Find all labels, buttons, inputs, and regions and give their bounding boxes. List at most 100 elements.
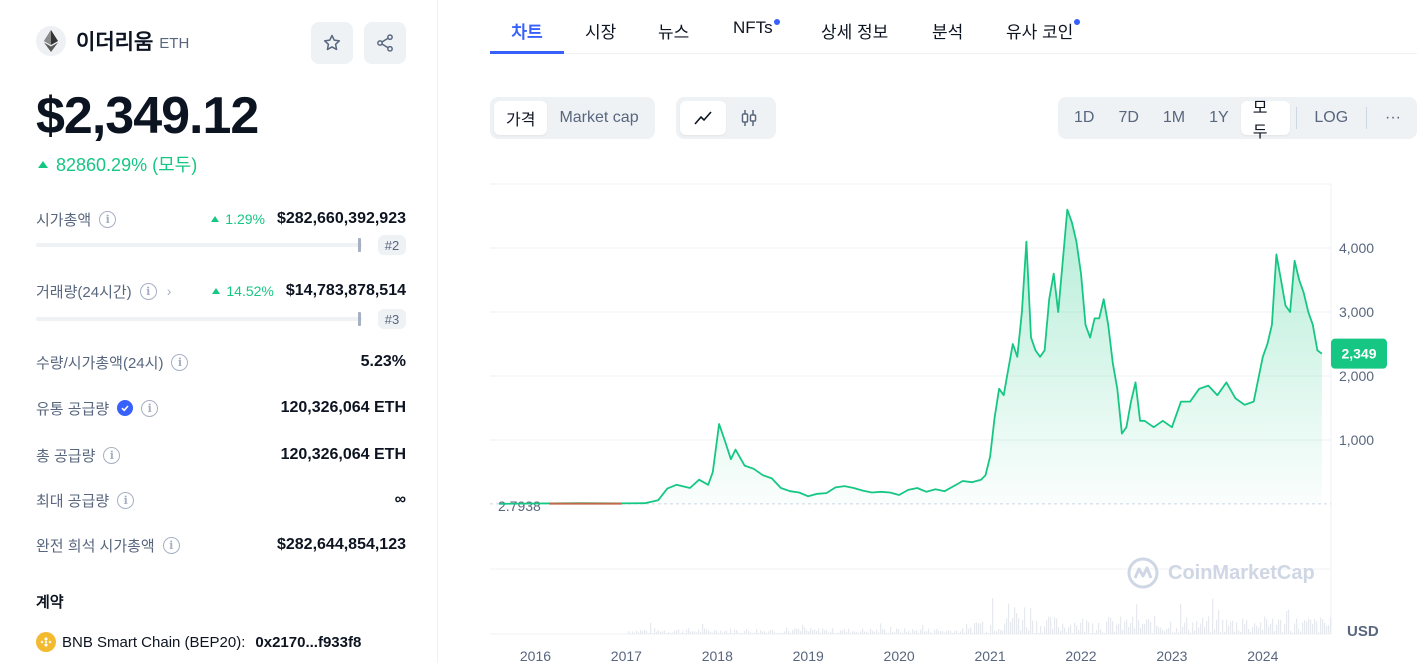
volume-bar <box>1166 629 1168 634</box>
volume-bar <box>988 632 990 634</box>
volume-bar <box>884 629 886 634</box>
volume-bar <box>1236 621 1238 634</box>
volume-bar <box>924 631 926 634</box>
range-1m-button[interactable]: 1M <box>1151 101 1197 135</box>
volume-bar <box>956 630 958 634</box>
volume-bar <box>1104 633 1106 634</box>
volume-bar <box>926 631 928 634</box>
info-icon[interactable]: i <box>99 210 117 228</box>
more-options-button[interactable]: ··· <box>1373 101 1413 135</box>
volume-bar <box>1210 632 1212 634</box>
range-all-button[interactable]: 모두 <box>1240 100 1290 141</box>
volume-bar <box>800 631 802 634</box>
caret-up-icon <box>38 160 48 168</box>
share-button[interactable] <box>364 22 406 64</box>
volume-bar <box>1316 621 1318 634</box>
stat-max-supply: 최대 공급량 i ∞ <box>36 488 406 512</box>
tab-chart[interactable]: 차트 <box>490 18 564 54</box>
range-7d-button[interactable]: 7D <box>1106 101 1150 135</box>
volume-bar <box>916 630 918 634</box>
volume-bar <box>802 624 804 634</box>
tab-analytics[interactable]: 분석 <box>932 18 963 54</box>
tab-markets[interactable]: 시장 <box>585 18 616 54</box>
volume-bar <box>1092 623 1094 634</box>
contract-row[interactable]: BNB Smart Chain (BEP20): 0x2170...f933f8 <box>36 632 361 652</box>
tab-nfts[interactable]: NFTs <box>733 18 780 54</box>
volume-bar <box>664 630 666 634</box>
caret-up-icon <box>211 216 220 222</box>
info-icon[interactable]: i <box>117 491 135 509</box>
volume-bar <box>872 630 874 634</box>
volume-bar <box>886 633 888 634</box>
x-tick-label: 2017 <box>611 648 642 663</box>
volume-bar <box>994 630 996 634</box>
volume-bar <box>704 628 706 634</box>
volume-bar <box>1128 627 1130 634</box>
volume-bar <box>1122 629 1124 634</box>
watchlist-star-button[interactable] <box>311 22 353 64</box>
volume-bar <box>1002 630 1004 634</box>
volume-bar <box>1246 620 1248 634</box>
volume-bar <box>640 630 642 634</box>
tab-similar-coins-label: 유사 코인 <box>1006 23 1074 42</box>
volume-progress <box>36 312 362 326</box>
market-cap-toggle-button[interactable]: Market cap <box>547 101 650 135</box>
x-tick-label: 2018 <box>702 648 733 663</box>
volume-bar <box>1310 619 1312 634</box>
volume-bar <box>934 629 936 634</box>
y-tick-label: 3,000 <box>1339 304 1374 320</box>
info-icon[interactable]: i <box>139 282 157 300</box>
volume-bar <box>678 629 680 634</box>
volume-bar <box>1294 623 1296 634</box>
volume-bar <box>1224 631 1226 634</box>
info-icon[interactable]: i <box>103 446 121 464</box>
volume-bar <box>764 631 766 634</box>
candlestick-chart-button[interactable] <box>726 101 772 135</box>
volume-bar <box>824 630 826 634</box>
divider <box>1295 107 1297 129</box>
volume-bar <box>648 632 650 634</box>
volume-bar <box>728 633 730 634</box>
range-1d-button[interactable]: 1D <box>1062 101 1106 135</box>
price-toggle-button[interactable]: 가격 <box>494 101 548 135</box>
info-icon[interactable]: i <box>162 536 180 554</box>
tab-similar-coins[interactable]: 유사 코인 <box>1006 18 1081 54</box>
volume-bar <box>900 632 902 634</box>
volume-bar <box>1018 618 1020 634</box>
info-icon[interactable]: i <box>141 399 159 417</box>
line-chart-button[interactable] <box>680 101 726 135</box>
volume-bar <box>1144 623 1146 634</box>
contract-address[interactable]: 0x2170...f933f8 <box>255 634 361 651</box>
volume-bar <box>972 633 974 634</box>
volume-bar <box>702 623 704 634</box>
volume-bar <box>1314 618 1316 634</box>
volume-bar <box>1116 624 1118 634</box>
range-1y-button[interactable]: 1Y <box>1197 101 1241 135</box>
volume-bar <box>1196 621 1198 634</box>
price-chart[interactable]: 1,000 2,000 3,000 4,000 2.7938 2,349 USD 2016 20… <box>488 182 1417 663</box>
volume-bar <box>920 629 922 634</box>
volume-bar <box>1268 626 1270 634</box>
volume-bar <box>694 631 696 634</box>
volume-bar <box>674 631 676 634</box>
log-scale-button[interactable]: LOG <box>1302 101 1360 135</box>
share-icon <box>377 34 393 52</box>
volume-bar <box>806 630 808 634</box>
volume-bar <box>1204 626 1206 634</box>
volume-bar <box>1098 623 1100 634</box>
volume-bar <box>1202 617 1204 634</box>
volume-bar <box>950 631 952 634</box>
volume-bar <box>838 632 840 634</box>
tab-news[interactable]: 뉴스 <box>658 18 689 54</box>
volume-bar <box>656 631 658 634</box>
volume-bar <box>964 632 966 634</box>
volume-bar <box>1284 624 1286 634</box>
volume-bar <box>1074 622 1076 634</box>
tab-chart-label: 차트 <box>511 23 543 42</box>
tab-analytics-label: 분석 <box>932 23 964 42</box>
tab-details[interactable]: 상세 정보 <box>821 18 888 54</box>
volume-bar <box>812 630 814 634</box>
info-icon[interactable]: i <box>171 353 189 371</box>
volume-bar <box>1062 623 1064 634</box>
chevron-right-icon[interactable]: › <box>167 283 172 299</box>
